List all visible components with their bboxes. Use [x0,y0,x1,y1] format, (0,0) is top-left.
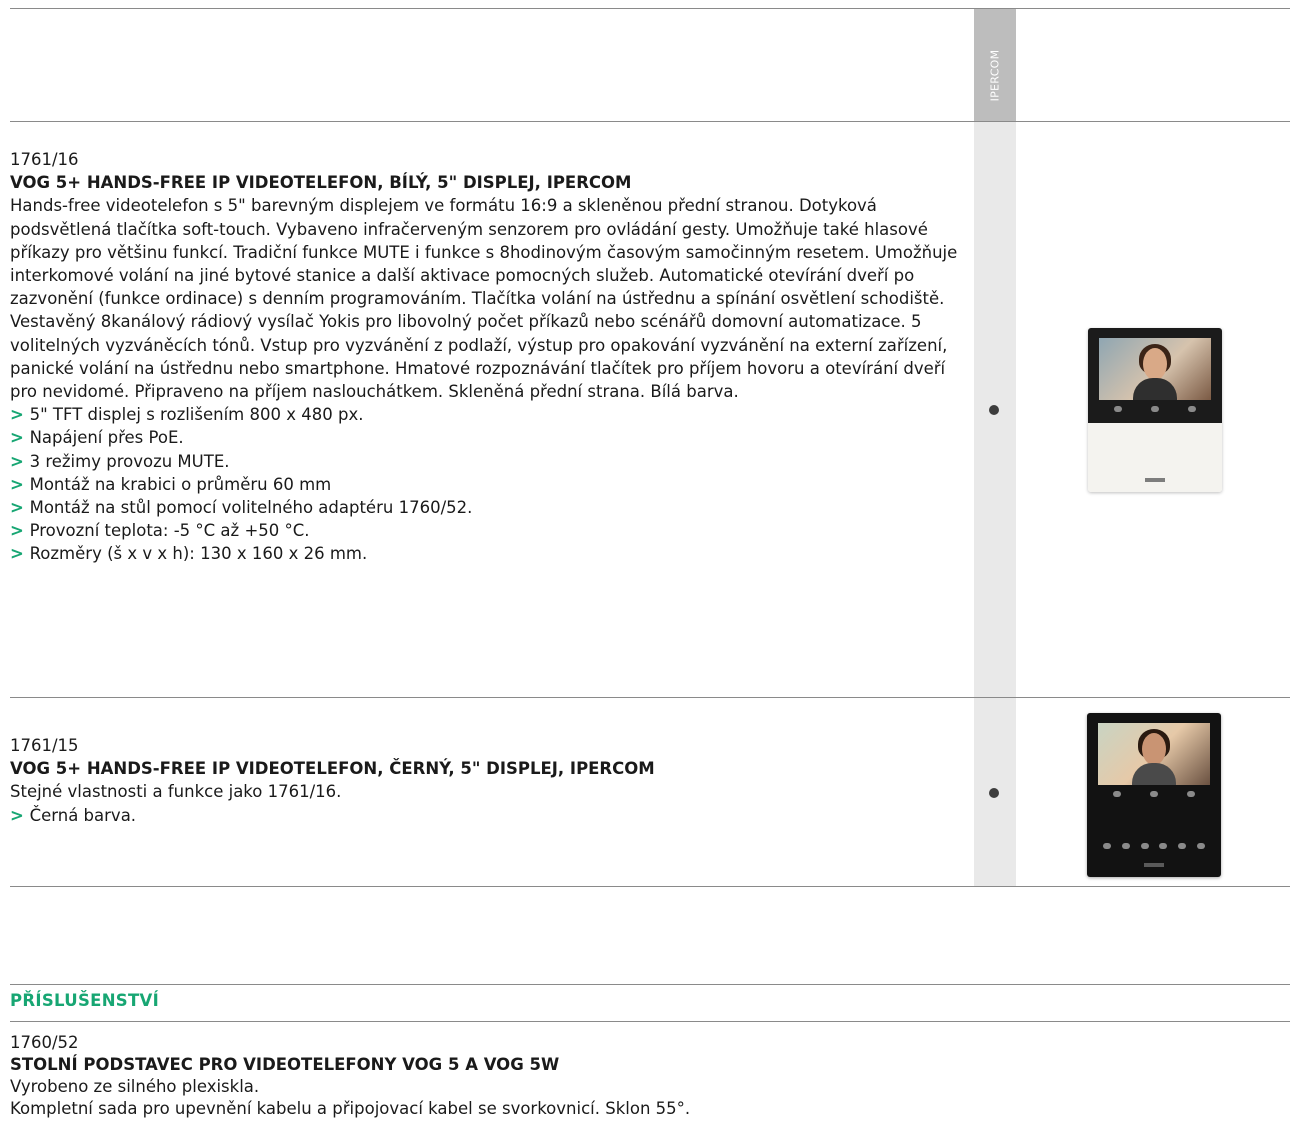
product-title: VOG 5+ HANDS-FREE IP VIDEOTELEFON, BÍLÝ,… [10,173,632,193]
brand-mark [1145,478,1165,482]
brand-mark [1144,863,1164,867]
rule-after-product-2 [10,886,1290,887]
accessory-code: 1760/52 [10,1033,79,1052]
availability-dot [989,405,999,415]
product-code: 1761/15 [10,736,79,755]
feature-item: Rozměry (š x v x h): 130 x 160 x 26 mm. [10,542,965,565]
videophone-touch-buttons [1103,843,1205,849]
product-title: VOG 5+ HANDS-FREE IP VIDEOTELEFON, ČERNÝ… [10,759,655,779]
feature-item: Napájení přes PoE. [10,426,965,449]
feature-item: 5" TFT displej s rozlišením 800 x 480 px… [10,403,965,426]
product-code: 1761/16 [10,150,79,169]
rule-after-product-1 [10,697,1290,698]
product-description: Hands-free videotelefon s 5" barevným di… [10,196,958,402]
feature-list: Černá barva. [10,804,965,827]
accessory-title: STOLNÍ PODSTAVEC PRO VIDEOTELEFONY VOG 5… [10,1055,560,1074]
feature-item: Černá barva. [10,804,965,827]
feature-item: Montáž na krabici o průměru 60 mm [10,473,965,496]
product-1761-16: 1761/16 VOG 5+ HANDS-FREE IP VIDEOTELEFO… [10,148,965,566]
side-label: IPERCOM [988,49,1002,101]
rule-after-accessories-title [10,1021,1290,1022]
availability-dot [989,788,999,798]
feature-list: 5" TFT displej s rozlišením 800 x 480 px… [10,403,965,565]
videophone-black-image [1087,713,1221,877]
videophone-screen [1098,723,1210,785]
rule-after-header [10,121,1290,122]
rule-before-accessories [10,984,1290,985]
videophone-white-image [1088,328,1222,492]
accessory-line: Kompletní sada pro upevnění kabelu a při… [10,1099,691,1118]
videophone-buttons [1114,406,1196,412]
accessory-line: Vyrobeno ze silného plexiskla. [10,1077,260,1096]
feature-item: Montáž na stůl pomocí volitelného adapté… [10,496,965,519]
videophone-screen [1099,338,1211,400]
product-description: Stejné vlastnosti a funkce jako 1761/16. [10,782,342,802]
accessories-heading: PŘÍSLUŠENSTVÍ [10,991,160,1010]
accessory-1760-52: 1760/52 STOLNÍ PODSTAVEC PRO VIDEOTELEFO… [10,1032,1260,1120]
feature-item: 3 režimy provozu MUTE. [10,450,965,473]
feature-item: Provozní teplota: -5 °C až +50 °C. [10,519,965,542]
product-1761-15: 1761/15 VOG 5+ HANDS-FREE IP VIDEOTELEFO… [10,734,965,827]
videophone-buttons [1113,791,1195,797]
top-rule [10,8,1290,9]
